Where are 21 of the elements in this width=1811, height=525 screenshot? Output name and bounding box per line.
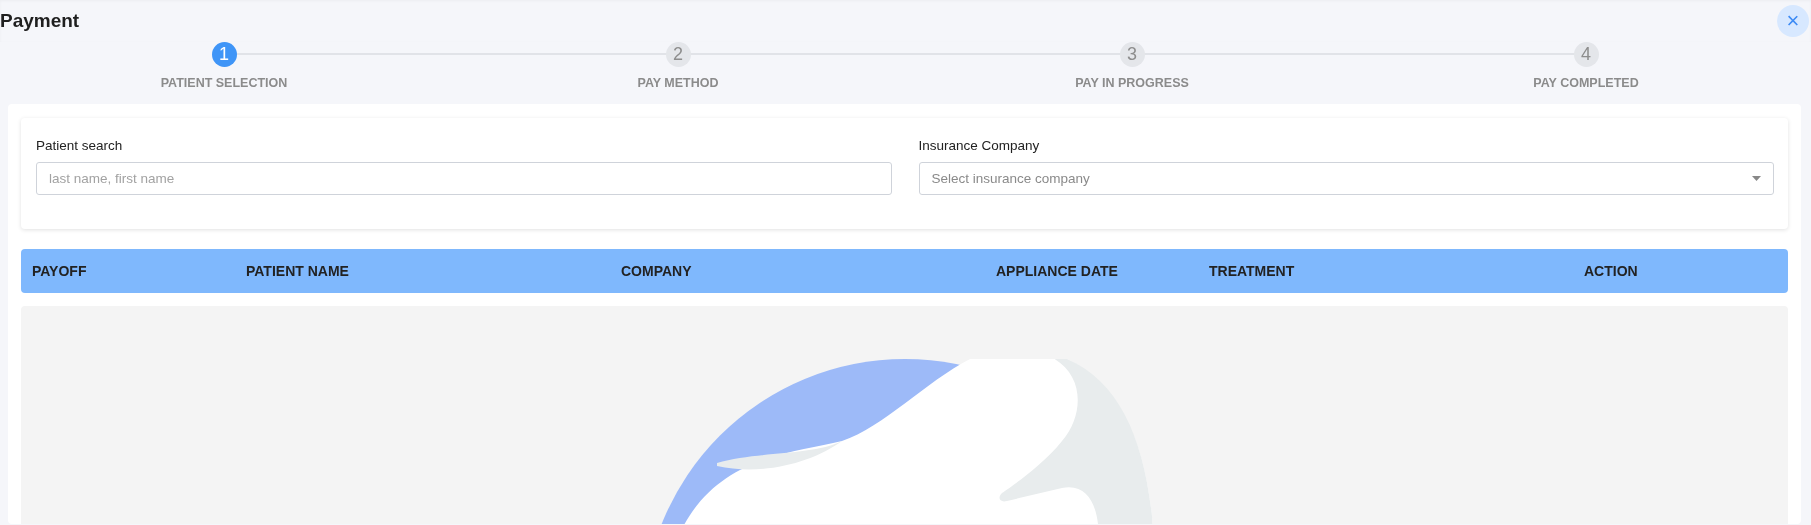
column-header: COMPANY (621, 263, 693, 279)
close-button[interactable]: × (1777, 5, 1809, 37)
column-header: APPLIANCE DATE (996, 263, 1119, 279)
step-label: PAY IN PROGRESS (1075, 76, 1189, 90)
window-title: Payment (0, 10, 80, 32)
insurance-dropdown[interactable]: Select insurance company (918, 162, 1774, 195)
step-number: 2 (665, 42, 691, 67)
field-label: Insurance Company (918, 138, 1041, 153)
step-label: PAY COMPLETED (1533, 76, 1639, 90)
step-number: 4 (1573, 42, 1599, 67)
column-header: ACTION (1584, 263, 1639, 279)
column-header: PAYOFF (32, 263, 88, 279)
step-number: 1 (211, 42, 237, 67)
search-field[interactable]: last name, first name (36, 162, 892, 195)
column-header: PATIENT NAME (246, 263, 350, 279)
column-header: TREATMENT (1209, 263, 1296, 279)
field-label: Patient search (36, 138, 124, 153)
step-number: 3 (1119, 42, 1145, 67)
step-label: PATIENT SELECTION (160, 76, 288, 90)
caret-icon (1752, 176, 1761, 181)
step-label: PAY METHOD (637, 76, 719, 90)
